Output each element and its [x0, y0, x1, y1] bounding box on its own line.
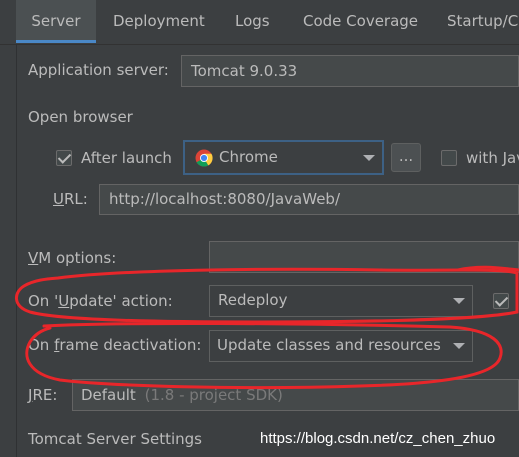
vm-options-input[interactable]	[209, 241, 519, 273]
tab-logs-label: Logs	[235, 12, 270, 30]
tomcat-server-settings-label: Tomcat Server Settings	[28, 430, 202, 448]
jre-field[interactable]: Default (1.8 - project SDK)	[72, 379, 519, 411]
tab-server[interactable]: Server	[16, 0, 96, 42]
tab-server-label: Server	[31, 12, 81, 30]
watermark-text: https://blog.csdn.net/cz_chen_zhuo	[260, 430, 496, 447]
jre-hint: (1.8 - project SDK)	[144, 386, 283, 404]
on-update-checkbox[interactable]	[493, 293, 509, 309]
chrome-icon	[195, 149, 213, 167]
with-js-label: with Jav	[466, 149, 519, 167]
tab-bar: Server Deployment Logs Code Coverage Sta…	[0, 0, 519, 45]
url-label: URL:	[53, 190, 88, 208]
tab-deployment[interactable]: Deployment	[113, 0, 205, 42]
tab-startup[interactable]: Startup/C	[447, 0, 519, 42]
jre-value: Default	[81, 386, 136, 404]
chevron-down-icon	[453, 343, 465, 349]
on-frame-deactivation-label: On frame deactivation:	[28, 336, 202, 354]
on-update-value: Redeploy	[218, 291, 288, 309]
application-server-field[interactable]: Tomcat 9.0.33	[181, 55, 519, 87]
browser-select-value: Chrome	[219, 148, 278, 166]
jre-label: JRE:	[28, 386, 58, 404]
browse-button[interactable]: ...	[391, 143, 421, 172]
with-js-checkbox[interactable]	[441, 150, 457, 166]
chevron-down-icon	[453, 298, 465, 304]
tab-logs[interactable]: Logs	[235, 0, 270, 42]
application-server-value: Tomcat 9.0.33	[191, 62, 298, 80]
on-frame-deactivation-value: Update classes and resources	[217, 336, 441, 354]
tab-deployment-label: Deployment	[113, 12, 205, 30]
vm-options-label: VM options:	[28, 249, 117, 267]
tab-code-coverage[interactable]: Code Coverage	[303, 0, 418, 42]
on-update-label: On 'Update' action:	[28, 292, 173, 310]
on-frame-deactivation-select[interactable]: Update classes and resources	[209, 330, 473, 362]
tab-code-coverage-label: Code Coverage	[303, 12, 419, 30]
after-launch-label: After launch	[81, 149, 172, 167]
chevron-down-icon	[363, 155, 375, 161]
tab-startup-label: Startup/C	[447, 12, 519, 30]
check-icon	[57, 150, 72, 164]
active-tab-indicator	[16, 40, 96, 43]
browse-button-label: ...	[398, 147, 414, 165]
browser-select[interactable]: Chrome	[183, 140, 384, 175]
after-launch-checkbox[interactable]	[56, 150, 72, 166]
url-value: http://localhost:8080/JavaWeb/	[109, 190, 341, 208]
open-browser-label: Open browser	[28, 108, 133, 126]
on-update-select[interactable]: Redeploy	[209, 285, 473, 317]
application-server-label: Application server:	[28, 61, 169, 79]
url-input[interactable]: http://localhost:8080/JavaWeb/	[99, 184, 519, 215]
check-icon	[494, 293, 509, 307]
panel-border	[16, 44, 17, 457]
